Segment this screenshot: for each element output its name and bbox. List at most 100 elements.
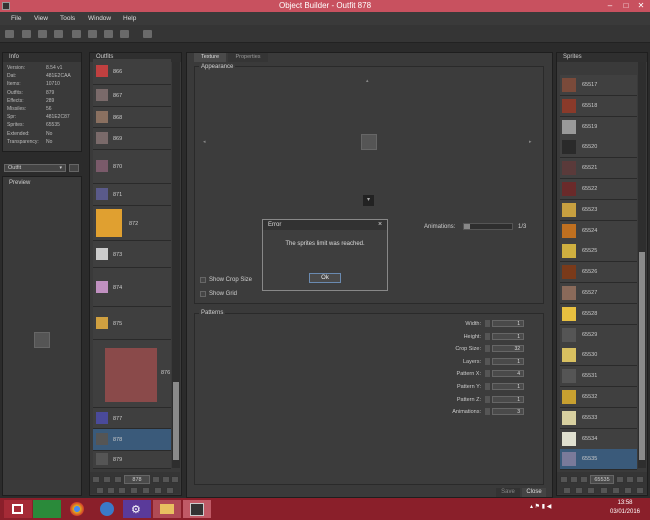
log-window-icon[interactable] <box>143 30 152 38</box>
remove-outfit-icon[interactable] <box>166 487 174 494</box>
duplicate-outfit-icon[interactable] <box>142 487 150 494</box>
show-crop-size-checkbox[interactable] <box>200 277 206 283</box>
pattern-stepper[interactable]: 3 <box>492 408 524 416</box>
animation-slider[interactable] <box>463 223 513 230</box>
export-outfit-icon[interactable] <box>118 487 126 494</box>
outfit-list-item[interactable]: 874 <box>93 268 171 307</box>
save-button[interactable]: Save <box>496 488 520 497</box>
outfit-list-item[interactable]: 879 <box>93 451 171 469</box>
error-dialog-close-icon[interactable]: × <box>378 221 382 228</box>
animation-editor-icon[interactable] <box>104 30 113 38</box>
outfit-list-item[interactable]: 871 <box>93 184 171 206</box>
maximize-button[interactable]: □ <box>618 0 634 12</box>
close-button[interactable]: Close <box>522 488 546 497</box>
outfit-list-item[interactable]: 867 <box>93 85 171 107</box>
menu-view[interactable]: View <box>34 15 48 22</box>
sprites-next-page-icon[interactable] <box>626 476 634 483</box>
clock-time[interactable]: 13:58 <box>605 500 645 506</box>
close-window-button[interactable]: ✕ <box>633 0 649 12</box>
pattern-stepper[interactable]: 1 <box>492 332 524 340</box>
next-page-icon[interactable] <box>162 476 170 483</box>
sprite-list-item[interactable]: 65535 <box>560 449 637 471</box>
outfit-list-item[interactable]: 870 <box>93 150 171 184</box>
tray-icons[interactable]: ▴ ⚑ ▮ ◀ <box>530 503 551 510</box>
sprites-next-icon[interactable] <box>616 476 624 483</box>
outfit-list-item[interactable]: 872 <box>93 206 171 241</box>
menu-file[interactable]: File <box>11 15 21 22</box>
stepper-arrows-icon[interactable] <box>485 370 490 378</box>
show-grid-checkbox[interactable] <box>200 291 206 297</box>
sprites-new-icon[interactable] <box>600 487 608 494</box>
sprites-last-page-icon[interactable] <box>636 476 644 483</box>
sprite-list-item[interactable]: 65519 <box>560 116 637 138</box>
new-file-icon[interactable] <box>5 30 14 38</box>
pattern-stepper[interactable]: 4 <box>492 370 524 378</box>
sprite-list-item[interactable]: 65524 <box>560 220 637 242</box>
spreadsheet-app-icon[interactable] <box>33 500 61 518</box>
animation-slider-thumb[interactable] <box>464 224 470 229</box>
ok-button[interactable]: Ok <box>309 273 341 283</box>
sprite-list-item[interactable]: 65521 <box>560 158 637 180</box>
menu-window[interactable]: Window <box>88 15 111 22</box>
arrow-right-icon[interactable]: ▸ <box>529 139 532 145</box>
sprite-list-item[interactable]: 65526 <box>560 262 637 284</box>
sprite-list-item[interactable]: 65522 <box>560 179 637 200</box>
arrow-left-icon[interactable]: ◂ <box>203 139 206 145</box>
previous-page-icon[interactable] <box>103 476 111 483</box>
compile-icon[interactable] <box>38 30 47 38</box>
tab-texture[interactable]: Texture <box>194 53 226 62</box>
object-builder-task-icon[interactable] <box>183 500 211 518</box>
sprites-import-icon[interactable] <box>575 487 583 494</box>
file-explorer-icon[interactable] <box>153 500 181 518</box>
sprite-list-item[interactable]: 65518 <box>560 95 637 117</box>
open-folder-icon[interactable] <box>22 30 31 38</box>
sprites-export-icon[interactable] <box>587 487 595 494</box>
last-page-icon[interactable] <box>171 476 179 483</box>
search-icon[interactable] <box>88 30 97 38</box>
replace-icon[interactable] <box>96 487 104 494</box>
stepper-arrows-icon[interactable] <box>485 320 490 327</box>
outfit-id-stepper[interactable]: 878 <box>124 475 150 484</box>
menu-tools[interactable]: Tools <box>60 15 75 22</box>
import-icon[interactable] <box>72 30 81 38</box>
pattern-stepper[interactable]: 1 <box>492 395 524 403</box>
sprite-list-item[interactable]: 65533 <box>560 407 637 429</box>
outfits-scroll-thumb[interactable] <box>173 382 179 460</box>
previous-icon[interactable] <box>114 476 122 483</box>
sprites-remove-icon[interactable] <box>624 487 632 494</box>
pattern-stepper[interactable]: 1 <box>492 320 524 327</box>
sprites-scrollbar[interactable] <box>638 62 646 468</box>
sprites-edit-icon[interactable] <box>612 487 620 494</box>
sprite-list-item[interactable]: 65517 <box>560 75 637 96</box>
outfit-list-item[interactable]: 875 <box>93 307 171 340</box>
stepper-arrows-icon[interactable] <box>485 357 490 365</box>
sprites-previous-icon[interactable] <box>580 476 588 483</box>
outfit-list-item[interactable]: 868 <box>93 107 171 128</box>
pattern-stepper[interactable]: 1 <box>492 357 524 365</box>
sprite-list-item[interactable]: 65528 <box>560 303 637 325</box>
first-page-icon[interactable] <box>92 476 100 483</box>
sprites-clear-icon[interactable] <box>636 487 644 494</box>
start-icon[interactable] <box>4 500 32 518</box>
pattern-stepper[interactable]: 1 <box>492 383 524 390</box>
sprites-previous-page-icon[interactable] <box>570 476 578 483</box>
compile-as-icon[interactable] <box>54 30 63 38</box>
stepper-arrows-icon[interactable] <box>485 332 490 340</box>
category-select[interactable]: Outfit ▾ <box>4 164 66 172</box>
outfit-list-item[interactable]: 869 <box>93 128 171 150</box>
object-viewer-icon[interactable] <box>120 30 129 38</box>
sprites-scroll-thumb[interactable] <box>639 252 645 460</box>
tab-properties[interactable]: Properties <box>228 53 268 62</box>
clock-date[interactable]: 03/01/2016 <box>605 509 645 515</box>
outfit-list-item[interactable]: 873 <box>93 241 171 268</box>
new-outfit-icon[interactable] <box>154 487 162 494</box>
sprite-list-item[interactable]: 65534 <box>560 428 637 450</box>
next-icon[interactable] <box>152 476 160 483</box>
stepper-arrows-icon[interactable] <box>485 408 490 416</box>
browser-icon[interactable] <box>63 500 91 518</box>
sprites-replace-icon[interactable] <box>563 487 571 494</box>
sprite-list-item[interactable]: 65530 <box>560 345 637 367</box>
sprite-list-item[interactable]: 65529 <box>560 324 637 346</box>
arrow-down-icon[interactable]: ▾ <box>363 195 374 206</box>
stepper-arrows-icon[interactable] <box>485 395 490 403</box>
